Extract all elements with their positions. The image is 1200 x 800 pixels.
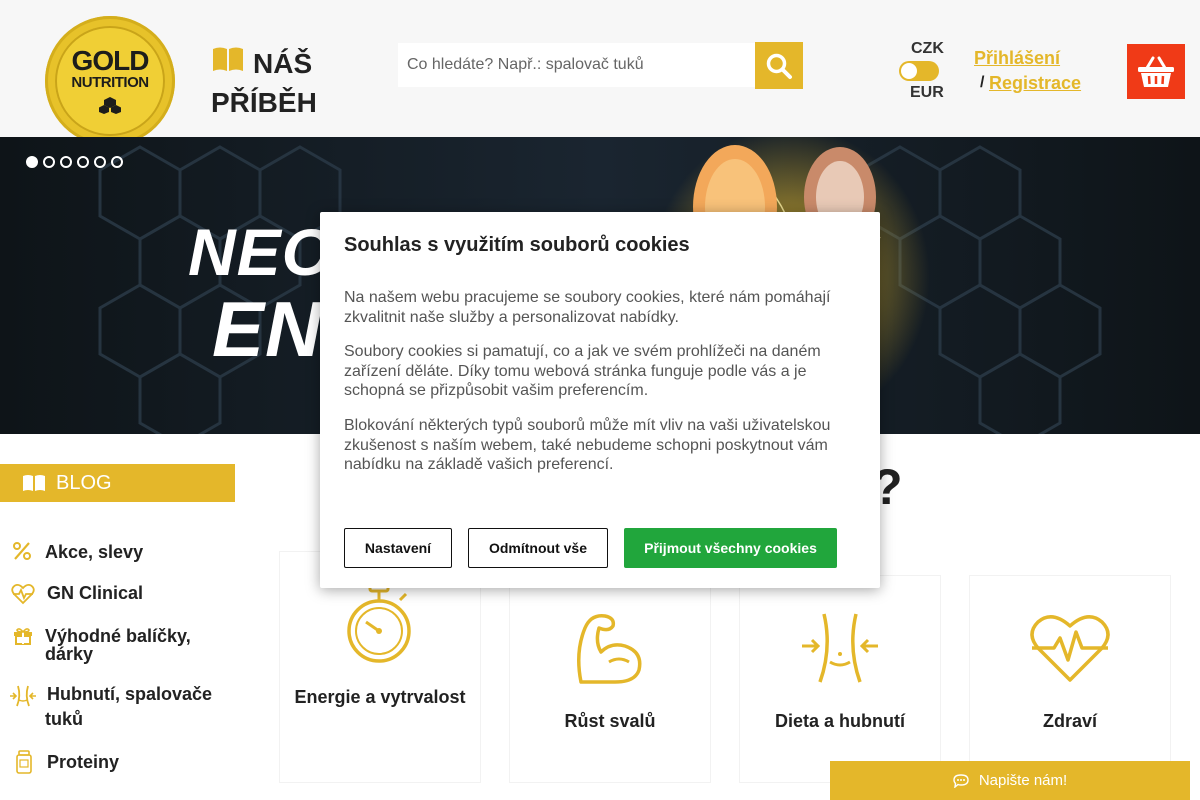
heart-pulse-icon (11, 584, 35, 605)
cookie-dialog-paragraph-1: Na našem webu pracujeme se soubory cooki… (344, 289, 831, 326)
sidebar-item-label: Výhodné balíčky, dárky (45, 626, 191, 664)
waist-icon (802, 613, 878, 683)
sidebar-item-gn-clinical[interactable]: GN Clinical (0, 580, 235, 610)
sidebar-item-label: GN Clinical (47, 583, 144, 603)
toggle-knob (901, 63, 917, 79)
cookie-accept-all-button[interactable]: Přijmout všechny cookies (624, 528, 837, 568)
banner-headline-2: EN (212, 285, 323, 373)
cookie-dialog-paragraph-2: Soubory cookies si pamatují, co a jak ve… (344, 343, 821, 399)
search-button[interactable] (755, 42, 803, 89)
our-story-link[interactable]: NÁŠ PŘÍBĚH (211, 44, 351, 122)
chat-widget-button[interactable]: Napište nám! (830, 761, 1190, 800)
sidebar-item-bundles[interactable]: Výhodné balíčky, dárky (0, 626, 235, 666)
stopwatch-icon (347, 582, 411, 663)
category-card-diet[interactable]: Dieta a hubnutí (740, 576, 940, 782)
sidebar-item-sales[interactable]: Akce, slevy (0, 538, 235, 568)
chat-widget-label: Napište nám! (978, 772, 1068, 789)
category-card-health[interactable]: Zdraví (970, 576, 1170, 782)
gold-nutrition-logo[interactable]: GOLD NUTRITION (45, 16, 175, 146)
cookie-consent-dialog: Souhlas s využitím souborů cookies Na na… (320, 212, 880, 588)
cart-button[interactable] (1127, 44, 1185, 99)
currency-toggle[interactable] (899, 61, 939, 81)
cookie-dialog-paragraph-3: Blokování některých typů souborů může mí… (344, 417, 831, 473)
cookie-reject-all-button[interactable]: Odmítnout vše (468, 528, 608, 568)
logo-text-nutrition: NUTRITION (71, 74, 149, 91)
chat-bubble-icon (953, 773, 969, 788)
sidebar-item-proteins[interactable]: Proteiny (0, 748, 235, 778)
banner-headline-1: NEO (188, 215, 335, 289)
waist-icon (10, 685, 36, 707)
sidebar-item-weight-loss[interactable]: Hubnutí, spalovače tuků (0, 684, 235, 730)
protein-jar-icon (16, 750, 32, 774)
slider-dot-3[interactable] (60, 156, 72, 168)
sidebar-item-label: Akce, slevy (45, 542, 144, 562)
auth-separator: / (980, 74, 985, 91)
category-card-label: Dieta a hubnutí (775, 711, 905, 731)
slider-dot-4[interactable] (77, 156, 89, 168)
open-book-icon (211, 43, 245, 82)
bicep-icon (577, 614, 642, 684)
search-icon (766, 53, 792, 79)
sidebar-blog-label: BLOG (56, 471, 112, 494)
search-input[interactable] (398, 43, 755, 87)
login-link[interactable]: Přihlášení (974, 48, 1060, 69)
sidebar-item-text: Hubnutí, spalovače tuků (45, 684, 213, 729)
category-card-label: Zdraví (1042, 711, 1098, 731)
open-book-icon (23, 475, 45, 491)
slider-dot-6[interactable] (111, 156, 123, 168)
category-card-label: Energie a vytrvalost (294, 687, 466, 707)
heartbeat-icon (1030, 615, 1110, 682)
cookie-dialog-title: Souhlas s využitím souborů cookies (344, 234, 690, 256)
slider-pagination (26, 156, 123, 168)
logo-badge: GOLD NUTRITION (55, 26, 165, 136)
our-story-line1: NÁŠ (253, 48, 313, 79)
percent-icon (13, 542, 31, 560)
slider-dot-1[interactable] (26, 156, 38, 168)
category-card-muscle[interactable]: Růst svalů (510, 576, 710, 782)
currency-czk[interactable]: CZK (911, 40, 944, 58)
slider-dot-2[interactable] (43, 156, 55, 168)
currency-eur[interactable]: EUR (910, 84, 944, 102)
sidebar-item-label: Proteiny (47, 752, 120, 772)
gift-icon (14, 628, 32, 645)
category-card-label: Růst svalů (564, 711, 656, 731)
slider-dot-5[interactable] (94, 156, 106, 168)
logo-hexagon-mark (99, 97, 121, 114)
our-story-line2: PŘÍBĚH (211, 87, 317, 118)
basket-icon (1138, 56, 1174, 87)
sidebar-blog-link[interactable]: BLOG (0, 464, 235, 502)
register-link[interactable]: Registrace (989, 73, 1081, 94)
logo-text-gold: GOLD (71, 45, 150, 76)
cookie-settings-button[interactable]: Nastavení (344, 528, 452, 568)
sidebar-item-label: Hubnutí, spalovače tuků (45, 682, 230, 732)
site-header: GOLD NUTRITION NÁŠ PŘÍBĚH CZK EUR Přihlá (0, 0, 1200, 146)
